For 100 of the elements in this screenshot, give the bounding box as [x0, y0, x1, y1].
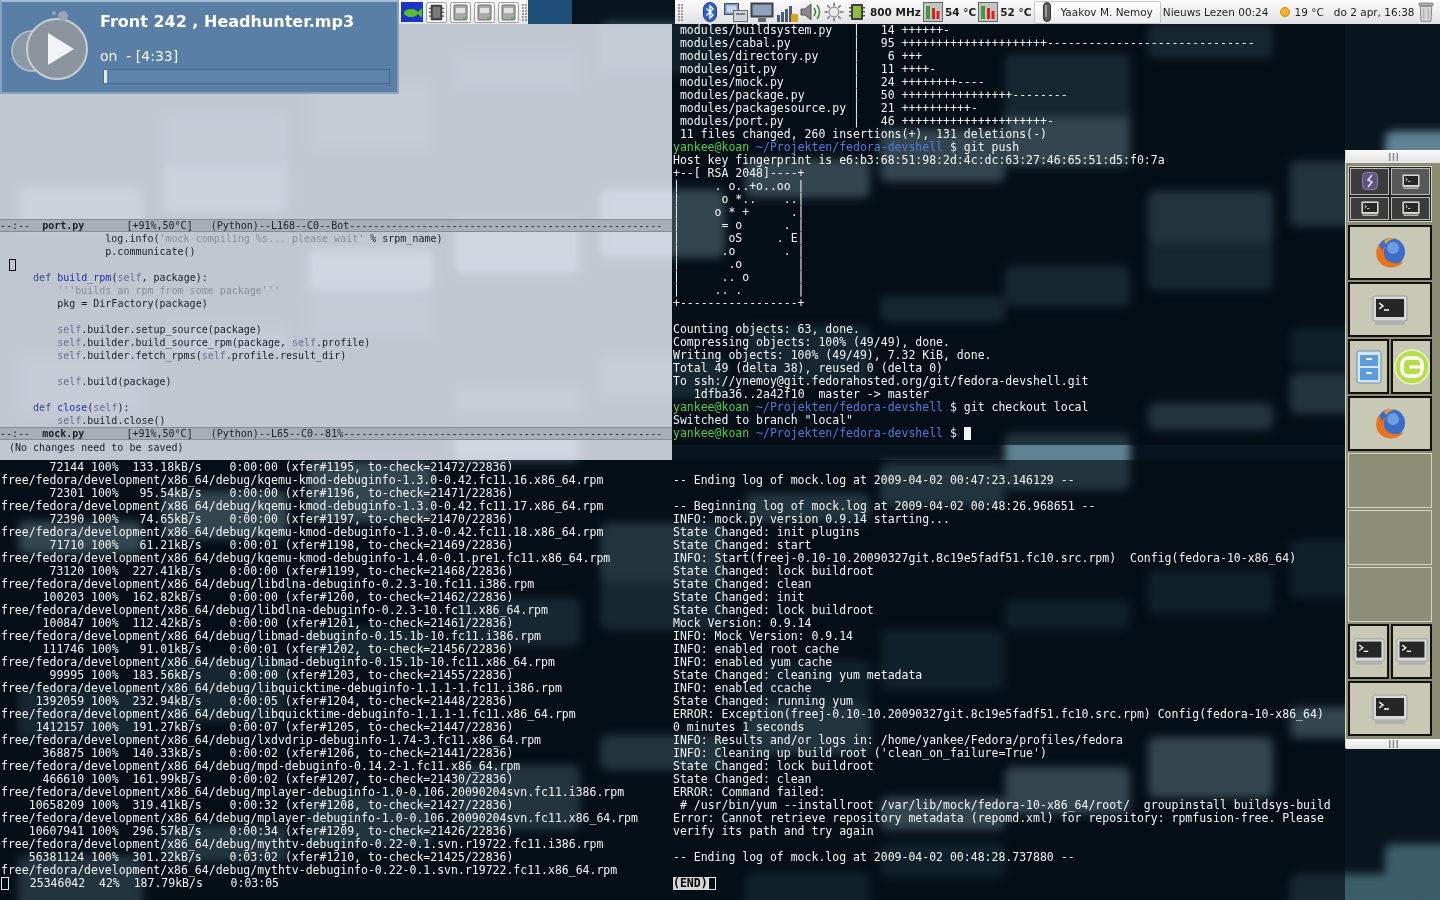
terminal-line: State Changed: init plugins [673, 526, 860, 539]
buffer-name: mock.py [42, 428, 85, 439]
terminal-line: INFO: Mock Version: 0.9.14 [673, 630, 853, 643]
terminal-line: -- Ending log of mock.log at 2009-04-02 00:47:23.146129 -- [673, 474, 1075, 487]
code-line: self.build.close() [57, 414, 166, 427]
terminal-line: Writing objects: 100% (49/49), 7.32 KiB, done. [673, 349, 992, 362]
mode-line-flags: --:-- [0, 428, 31, 439]
terminal-line: State Changed: running yum [673, 695, 853, 708]
mode-info: (Python)--L65--C0--81%----------------------------------------------------- [210, 428, 663, 439]
code-line: self.builder.setup_source(package) [57, 323, 262, 336]
terminal-line: INFO: Results and/or logs in: /home/yankee/Fedora/profiles/fedora [673, 734, 1124, 747]
code-line: self.builder.fetch_rpms(self.profile.result_dir) [57, 349, 347, 362]
terminal-line: State Changed: clean [673, 578, 812, 591]
terminal-line: yankee@koan ~/Projekten/fedora-devshell $ git checkout local [673, 401, 1089, 414]
terminal-line: free/fedora/development/x86_64/debug/libmad-debuginfo-0.15.1b-10.fc11.i386.rpm [1, 630, 542, 643]
terminal-line: State Changed: cleaning yum metadata [673, 669, 923, 682]
terminal-line: free/fedora/development/x86_64/debug/kqemu-kmod-debuginfo-1.3.0-0.42.fc11.16.x86_64.rpm [1, 474, 604, 487]
terminal-line: Compressing objects: 100% (49/49), done. [673, 336, 950, 349]
temperature-reading: 54 °C [944, 5, 977, 20]
terminal-line: 10658209 100% 319.41kB/s 0:00:32 (xfer#1208, to-check=21427/22836) [28, 799, 514, 812]
temperature-reading: 52 °C [1000, 5, 1032, 20]
terminal-line: 72390 100% 74.65kB/s 0:00:00 (xfer#1197, to-check=21470/22836) [49, 513, 514, 526]
terminal-line: 56381124 100% 301.22kB/s 0:03:02 (xfer#1210, to-check=21425/22836) [28, 851, 514, 864]
cpu-frequency: 800 MHz [870, 5, 921, 20]
terminal-line: 99995 100% 183.56kB/s 0:00:00 (xfer#1203, to-check=21455/22836) [49, 669, 514, 682]
terminal-line: | . o..+o..oo | [673, 180, 805, 193]
terminal-line: 11 files changed, 260 insertions(+), 131 deletions(-) [679, 128, 1047, 141]
terminal-line: free/fedora/development/x86_64/debug/mplayer-debuginfo-1.0-0.106.20090204svn.fc11.i386.rpm [1, 786, 625, 799]
terminal-line: 10607941 100% 296.57kB/s 0:00:34 (xfer#1209, to-check=21426/22836) [28, 825, 514, 838]
terminal-line: Error: Cannot retrieve repository metadata (repomd.xml) for repository: rpmfusion-free. Please [673, 812, 1324, 825]
buffer-name: port.py [42, 220, 85, 231]
terminal-line: modules/mock.py | 24 ++++++++---- [679, 76, 985, 89]
terminal-line: 1412157 100% 191.27kB/s 0:00:07 (xfer#1205, to-check=21447/22836) [35, 721, 514, 734]
terminal-line: modules/packagesource.py | 21 ++++++++++- [679, 102, 978, 115]
terminal-line: 72301 100% 95.54kB/s 0:00:00 (xfer#1196, to-check=21471/22836) [49, 487, 514, 500]
terminal-line: State Changed: clean [673, 773, 812, 786]
terminal-line: 466610 100% 161.99kB/s 0:00:02 (xfer#1207, to-check=21430/22836) [42, 773, 514, 786]
code-line: def build_rpm(self, package): [33, 271, 208, 284]
code-line: def close(self): [33, 401, 130, 414]
buffer-status: [+91%,50°C] [126, 220, 193, 231]
terminal-line: free/fedora/development/x86_64/debug/kqemu-kmod-debuginfo-1.3.0-0.42.fc11.18.x86_64.rpm [1, 526, 604, 539]
terminal-line: State Changed: lock buildroot [673, 604, 874, 617]
terminal-line: modules/directory.py | 6 +++ [679, 50, 923, 63]
terminal-line: free/fedora/development/x86_64/debug/libdlna-debuginfo-0.2.3-10.fc11.x86_64.rpm [1, 604, 548, 617]
terminal-line: ERROR: Exception(freej-0.10-10.20090327git.8c19e5fadf51.fc10.src.rpm) Config(fedora-10-x86_64) [673, 708, 1324, 721]
terminal-line: INFO: Cleaning up build root ('clean_on_failure=True') [673, 747, 1047, 760]
terminal-line: Counting objects: 63, done. [673, 323, 860, 336]
echo-area-message: (No changes need to be saved) [9, 441, 184, 455]
terminal-line: Total 49 (delta 38), reused 0 (delta 0) [673, 362, 944, 375]
terminal-line: 100847 100% 112.42kB/s 0:00:00 (xfer#1201, to-check=21461/22836) [42, 617, 514, 630]
terminal-line: 72144 100% 133.18kB/s 0:00:00 (xfer#1195, to-check=21472/22836) [49, 461, 514, 474]
terminal-line: modules/buildsystem.py | 14 ++++++- [679, 24, 950, 37]
terminal-line: ERROR: Command failed: [673, 786, 826, 799]
terminal-line: INFO: enabled root cache [673, 643, 840, 656]
terminal-line: free/fedora/development/x86_64/debug/mythtv-debuginfo-0.22-0.1.svn.r19722.fc11.x86_64.rpm [1, 864, 618, 877]
terminal-line: 73120 100% 227.41kB/s 0:00:00 (xfer#1199, to-check=21468/22836) [49, 565, 514, 578]
mode-line-flags: --:-- [0, 220, 31, 231]
prompt-text: yankee@koan ~/Projekten/fedora-devshell $ [673, 427, 957, 440]
terminal-line: 111746 100% 91.01kB/s 0:00:01 (xfer#1202, to-check=21456/22836) [42, 643, 514, 656]
track-title: Front 242 , Headhunter.mp3 [100, 11, 355, 33]
terminal-line: State Changed: lock buildroot [673, 565, 874, 578]
terminal-line: -- Beginning log of mock.log at 2009-04-02 00:48:26.968651 -- [673, 500, 1096, 513]
terminal-line: Switched to branch "local" [673, 414, 853, 427]
terminal-line: free/fedora/development/x86_64/debug/mplayer-debuginfo-1.0-0.106.20090204svn.fc11.x86_64.rpm [1, 812, 638, 825]
terminal-line: free/fedora/development/x86_64/debug/libmad-debuginfo-0.15.1b-10.fc11.x86_64.rpm [1, 656, 555, 669]
terminal-line: yankee@koan ~/Projekten/fedora-devshell $ git push [673, 141, 1020, 154]
terminal-line: | o *.. ..| [673, 193, 805, 206]
code-line: p.communicate() [105, 245, 196, 258]
terminal-line: 71710 100% 61.21kB/s 0:00:01 (xfer#1198, to-check=21469/22836) [49, 539, 514, 552]
terminal-line: 100203 100% 162.82kB/s 0:00:00 (xfer#1200, to-check=21462/22836) [42, 591, 514, 604]
terminal-line: 25346042 42% 187.79kB/s 0:03:05 [29, 877, 280, 890]
terminal-line: -- Ending log of mock.log at 2009-04-02 00:48:28.737880 -- [673, 851, 1075, 864]
terminal-line: free/fedora/development/x86_64/debug/libquicktime-debuginfo-1.1.1-1.fc11.x86_64.rpm [1, 708, 576, 721]
terminal-line: INFO: Start(freej-0.10-10.20090327git.8c19e5fadf51.fc10.src.rpm) Config(fedora-10-x86_64) [673, 552, 1297, 565]
terminal-line: 1392059 100% 232.94kB/s 0:00:05 (xfer#1204, to-check=21448/22836) [35, 695, 514, 708]
mode-info: (Python)--L168--C0--Bot---------------------------------------------------- [210, 220, 663, 231]
terminal-line: free/fedora/development/x86_64/debug/lxdvdrip-debuginfo-1.74-3.fc11.x86_64.rpm [1, 734, 542, 747]
code-line: self.builder.build_source_rpm(package, self.profile) [57, 336, 371, 349]
terminal-line: free/fedora/development/x86_64/debug/kqemu-kmod-debuginfo-1.3.0-0.42.fc11.17.x86_64.rpm [1, 500, 604, 513]
terminal-line: verify its path and try again [673, 825, 874, 838]
terminal-line: INFO: mock.py version 0.9.14 starting... [673, 513, 950, 526]
terminal-line: | .. . | [673, 284, 805, 297]
terminal-line: # /usr/bin/yum --installroot /var/lib/mock/fedora-10-x86_64/root/ groupinstall buildsys-build [679, 799, 1331, 812]
terminal-line: | .o | [673, 258, 805, 271]
terminal-line: INFO: enabled ccache [673, 682, 812, 695]
pager-status: (END) [673, 877, 708, 890]
terminal-line: free/fedora/development/x86_64/debug/kqemu-kmod-debuginfo-1.4.0-0.1.pre1.fc11.x86_64.rpm [1, 552, 611, 565]
terminal-line: State Changed: start [673, 539, 812, 552]
terminal-line: Host key fingerprint is e6:b3:68:51:98:2d:4c:dc:63:27:46:65:51:d5:f0:7a [673, 154, 1165, 167]
terminal-line: modules/port.py | 46 +++++++++++++++++++++- [679, 115, 1054, 128]
terminal-line: modules/package.py | 50 ++++++++++++++++-------- [679, 89, 1068, 102]
buffer-status: [+91%,50°C] [126, 428, 193, 439]
terminal-line: +--[ RSA 2048]----+ [673, 167, 805, 180]
track-info: on - [4:33] [100, 47, 179, 66]
code-line: self.build(package) [57, 375, 172, 388]
terminal-line: | o * + .| [673, 206, 805, 219]
terminal-line: Mock Version: 0.9.14 [673, 617, 812, 630]
terminal-line: | .. o | [673, 271, 805, 284]
terminal-line: State Changed: init [673, 591, 805, 604]
terminal-line: free/fedora/development/x86_64/debug/libquicktime-debuginfo-1.1.1-1.fc11.i386.rpm [1, 682, 562, 695]
